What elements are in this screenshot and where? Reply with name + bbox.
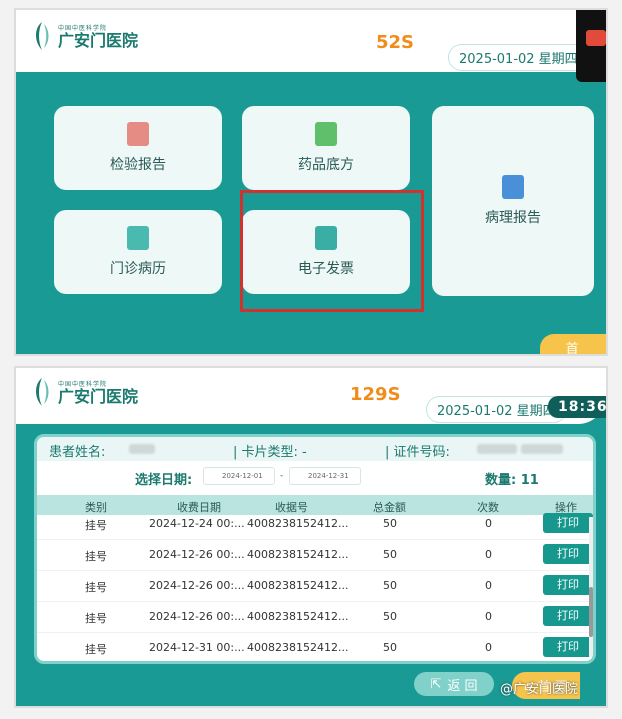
cell-receipt: 4008238152412... — [247, 517, 349, 530]
highlight-frame — [240, 190, 424, 312]
record-icon — [586, 30, 606, 46]
header: 中国中医科学院 广安门医院 52S 2025-01-02 星期四 — [16, 10, 606, 72]
watermark: @广安门医院 — [500, 682, 579, 697]
logo-mark-icon — [30, 376, 54, 408]
cell-amount: 50 — [383, 517, 397, 530]
table-row: 挂号 2024-12-24 00:... 4008238152412... 50 0 打印 — [37, 509, 593, 540]
date-display: 2025-01-02 星期四 — [426, 396, 567, 423]
hospital-logo: 中国中医科学院 广安门医院 — [30, 20, 138, 52]
cell-amount: 50 — [383, 610, 397, 623]
barcode-icon — [315, 122, 337, 146]
end-date-input[interactable]: 2024-12-31 — [289, 467, 361, 485]
cell-category: 挂号 — [85, 581, 107, 594]
date-filter-row: 选择日期: 2024-12-01 - 2024-12-31 数量: 11 — [37, 463, 593, 491]
cell-category: 挂号 — [85, 643, 107, 656]
hospital-logo: 中国中医科学院 广安门医院 — [30, 376, 138, 408]
hospital-building-icon — [127, 122, 149, 146]
record-count: 数量: 11 — [485, 473, 539, 488]
pathology-report-icon — [502, 175, 524, 199]
tile-lab-report[interactable]: 检验报告 — [54, 106, 222, 190]
countdown-timer: 52S — [376, 32, 415, 53]
print-button[interactable]: 打印 — [543, 544, 593, 564]
table-row: 挂号 2024-12-26 00:... 4008238152412... 50 0 打印 — [37, 602, 593, 633]
table-scrollbar[interactable] — [589, 517, 593, 657]
cell-times: 0 — [485, 579, 492, 592]
logo-mark-icon — [30, 20, 54, 52]
cell-receipt: 4008238152412... — [247, 579, 349, 592]
back-button-label: 返 回 — [447, 678, 478, 694]
cell-date: 2024-12-26 00:... — [149, 610, 245, 623]
hospital-name: 广安门医院 — [58, 30, 139, 50]
hospital-name: 广安门医院 — [58, 386, 139, 406]
home-icon: ⌂ — [552, 350, 560, 354]
camera-overlay — [576, 10, 606, 82]
patient-name-redacted — [129, 441, 155, 456]
clock-display: 18:36 — [548, 396, 606, 418]
cell-receipt: 4008238152412... — [247, 548, 349, 561]
tile-outpatient-record[interactable]: 门诊病历 — [54, 210, 222, 294]
tile-label: 药品底方 — [298, 157, 354, 173]
cell-category: 挂号 — [85, 550, 107, 563]
tile-prescription[interactable]: 药品底方 — [242, 106, 410, 190]
home-button[interactable]: ⌂ 首 页 — [540, 334, 606, 356]
countdown-timer: 129S — [350, 384, 401, 405]
print-button[interactable]: 打印 — [543, 575, 593, 595]
tile-label: 门诊病历 — [110, 261, 166, 277]
cell-times: 0 — [485, 641, 492, 654]
print-button[interactable]: 打印 — [543, 513, 593, 533]
card-type-label: | 卡片类型: - — [233, 445, 307, 460]
table-row: 挂号 2024-12-31 00:... 4008238152412... 50 0 打印 — [37, 633, 593, 661]
home-screen: 中国中医科学院 广安门医院 52S 2025-01-02 星期四 检验报告 药品… — [14, 8, 608, 356]
scroll-thumb[interactable] — [589, 587, 593, 637]
cell-date: 2024-12-26 00:... — [149, 579, 245, 592]
cell-amount: 50 — [383, 548, 397, 561]
cell-amount: 50 — [383, 579, 397, 592]
back-button[interactable]: ⇱ 返 回 — [414, 672, 494, 696]
cell-date: 2024-12-26 00:... — [149, 548, 245, 561]
table-row: 挂号 2024-12-26 00:... 4008238152412... 50 0 打印 — [37, 571, 593, 602]
cell-times: 0 — [485, 517, 492, 530]
tile-pathology-report[interactable]: 病理报告 — [432, 106, 594, 296]
id-number-label: | 证件号码: — [385, 445, 450, 460]
tile-label: 检验报告 — [110, 157, 166, 173]
cell-date: 2024-12-24 00:... — [149, 517, 245, 530]
date-select-label: 选择日期: — [135, 473, 193, 488]
cell-date: 2024-12-31 00:... — [149, 641, 245, 654]
cell-receipt: 4008238152412... — [247, 610, 349, 623]
patient-name-label: 患者姓名: — [49, 445, 106, 460]
print-button[interactable]: 打印 — [543, 637, 593, 657]
patient-info-row: 患者姓名: | 卡片类型: - | 证件号码: — [37, 437, 593, 461]
start-date-input[interactable]: 2024-12-01 — [203, 467, 275, 485]
invoice-list-screen: 中国中医科学院 广安门医院 129S 2025-01-02 星期四 18:36 … — [14, 366, 608, 708]
cell-times: 0 — [485, 610, 492, 623]
document-icon — [127, 226, 149, 250]
back-icon: ⇱ — [430, 676, 442, 692]
date-separator: - — [280, 471, 284, 481]
cell-times: 0 — [485, 548, 492, 561]
id-number-redacted — [477, 441, 564, 456]
home-button-label: 首 页 — [565, 342, 579, 356]
date-display: 2025-01-02 星期四 — [448, 44, 589, 71]
invoice-content: 患者姓名: | 卡片类型: - | 证件号码: 选择日期: 2024-12-01… — [34, 434, 596, 664]
print-button[interactable]: 打印 — [543, 606, 593, 626]
tile-label: 病理报告 — [485, 210, 541, 226]
cell-category: 挂号 — [85, 612, 107, 625]
cell-amount: 50 — [383, 641, 397, 654]
cell-receipt: 4008238152412... — [247, 641, 349, 654]
header: 中国中医科学院 广安门医院 129S 2025-01-02 星期四 18:36 — [16, 368, 606, 424]
table-row: 挂号 2024-12-26 00:... 4008238152412... 50 0 打印 — [37, 540, 593, 571]
cell-category: 挂号 — [85, 519, 107, 532]
